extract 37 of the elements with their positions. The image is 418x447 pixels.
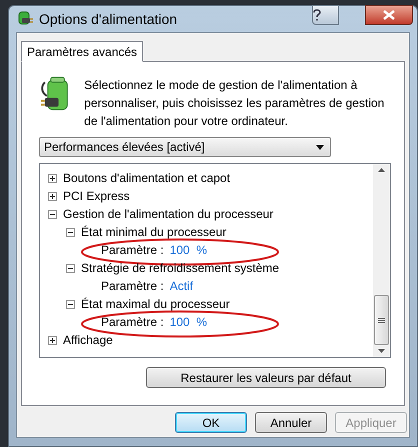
collapse-icon[interactable] [66, 300, 75, 308]
tree-item[interactable]: PCI Express [63, 187, 130, 205]
close-icon [383, 10, 395, 20]
restore-defaults-button[interactable]: Restaurer les valeurs par défaut [146, 367, 386, 388]
expand-icon[interactable] [48, 336, 57, 344]
description-text: Sélectionnez le mode de gestion de l'alimentation à personnaliser, puis choisissez les paramètres de gestion de l'alimentation pour votre ordinateur. [84, 77, 386, 130]
setting-value[interactable]: 100 % [170, 241, 208, 259]
tree-item[interactable]: Gestion de l'alimentation du processeur [63, 205, 274, 223]
scroll-down-icon [378, 349, 385, 353]
help-icon [313, 9, 321, 21]
collapse-icon[interactable] [48, 210, 57, 218]
expand-icon[interactable] [48, 192, 57, 200]
tree-item[interactable]: Stratégie de refroidissement système [81, 259, 280, 277]
tree-item[interactable]: Boutons d'alimentation et capot [63, 169, 230, 187]
close-button[interactable] [365, 5, 413, 25]
tree-item[interactable]: État maximal du processeur [81, 295, 230, 313]
setting-label: Paramètre : [101, 278, 164, 295]
scroll-up-icon [378, 168, 385, 172]
plan-dropdown[interactable]: Performances élevées [activé] [39, 137, 331, 157]
help-button[interactable] [312, 5, 339, 25]
scrollbar[interactable] [373, 164, 390, 357]
window-title: Options d'alimentation [39, 10, 178, 29]
expand-icon[interactable] [48, 174, 57, 182]
setting-label: Paramètre : [101, 314, 164, 331]
tree-item[interactable]: État minimal du processeur [81, 223, 226, 241]
tab[interactable]: Paramètres avancés [21, 41, 144, 62]
tree-item[interactable]: Affichage [63, 331, 113, 349]
scrollbar-thumb[interactable] [374, 295, 389, 345]
ok-button[interactable]: OK [175, 412, 247, 433]
dialog-button[interactable]: Annuler [255, 412, 327, 433]
grip-icon [378, 318, 385, 322]
setting-label: Paramètre : [101, 242, 164, 259]
setting-value[interactable]: Actif [170, 277, 194, 295]
setting-value[interactable]: 100 % [170, 313, 208, 331]
dropdown-arrow-icon [316, 144, 324, 150]
collapse-icon[interactable] [66, 228, 75, 236]
collapse-icon[interactable] [66, 264, 75, 272]
